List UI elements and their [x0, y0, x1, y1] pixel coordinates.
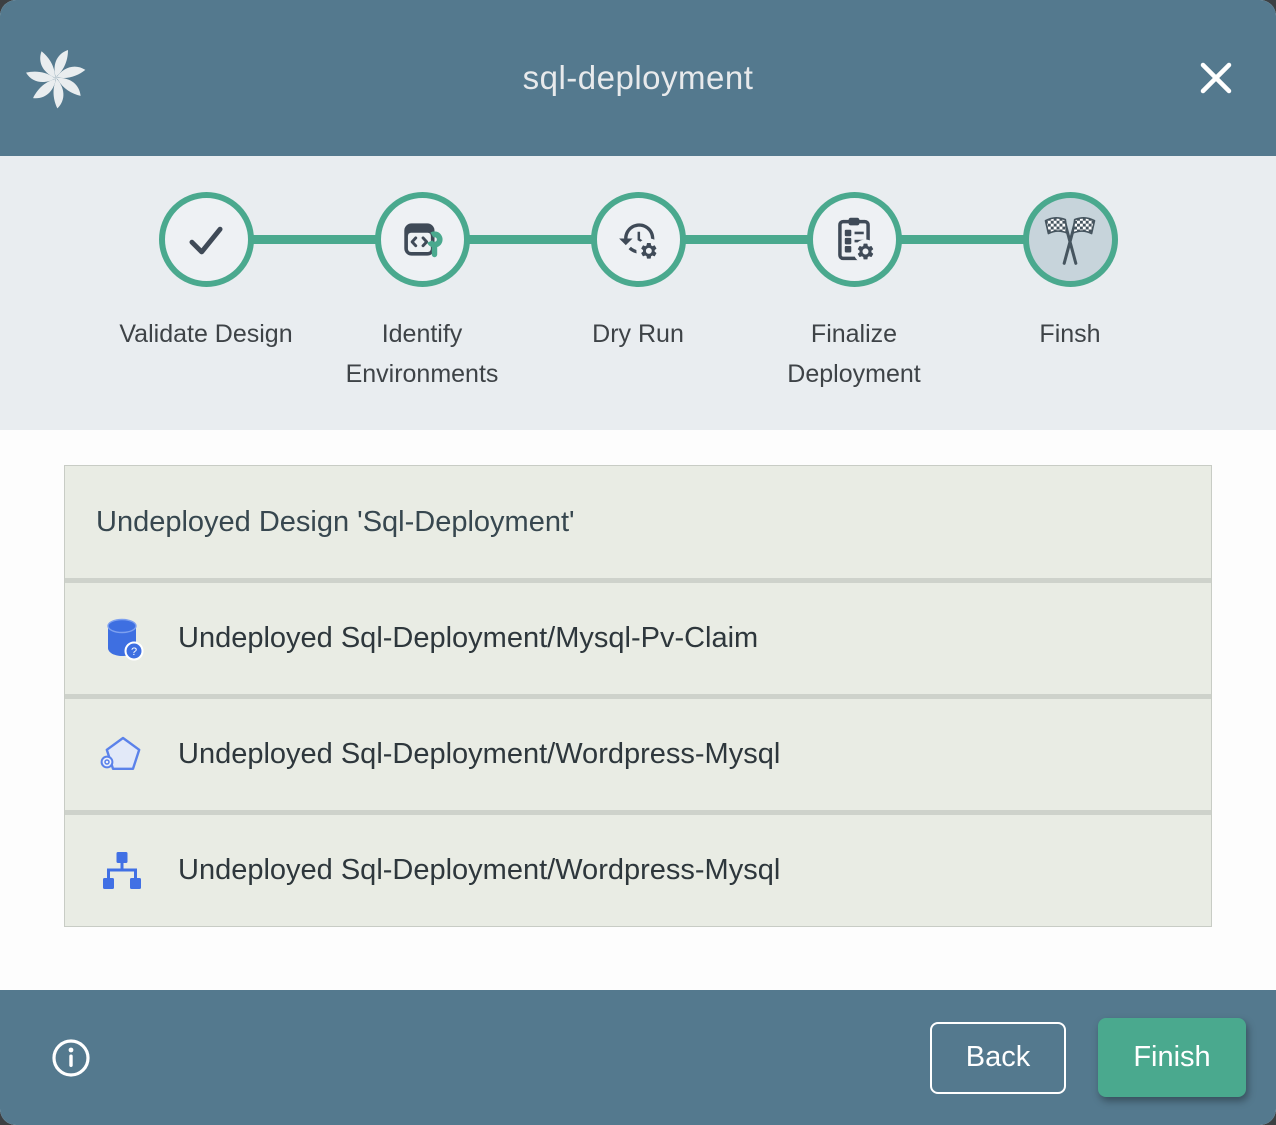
result-row: Undeployed Sql-Deployment/Wordpress-Mysq…	[65, 810, 1211, 926]
step-circle	[1023, 192, 1118, 287]
step-validate-design: Validate Design	[98, 192, 314, 394]
step-identify-environments: Identify Environments	[314, 192, 530, 394]
step-circle	[159, 192, 254, 287]
deployment-dialog: sql-deployment Validate Design	[0, 0, 1276, 1125]
finish-button[interactable]: Finish	[1098, 1018, 1246, 1097]
history-gear-icon	[612, 214, 664, 266]
result-row-text: Undeployed Sql-Deployment/Wordpress-Mysq…	[178, 738, 780, 771]
step-label: Validate Design	[119, 314, 292, 354]
result-row: Undeployed Sql-Deployment/Wordpress-Mysq…	[65, 694, 1211, 810]
result-row-text: Undeployed Sql-Deployment/Mysql-Pv-Claim	[178, 622, 758, 655]
hierarchy-icon	[99, 848, 145, 894]
close-button[interactable]	[1194, 56, 1238, 100]
results-panel: Undeployed Design 'Sql-Deployment' ? Und…	[64, 465, 1212, 927]
check-icon	[180, 214, 232, 266]
checkered-flags-icon	[1042, 212, 1098, 268]
step-label: Identify Environments	[333, 314, 511, 394]
back-button[interactable]: Back	[930, 1022, 1066, 1094]
result-row-text: Undeployed Design 'Sql-Deployment'	[96, 506, 575, 539]
result-row: ? Undeployed Sql-Deployment/Mysql-Pv-Cla…	[65, 578, 1211, 694]
stepper: Validate Design Identify Environments	[0, 156, 1276, 430]
step-label: Finsh	[1039, 314, 1100, 354]
application-pentagon-icon	[99, 732, 145, 778]
step-finalize-deployment: Finalize Deployment	[746, 192, 962, 394]
info-icon	[50, 1037, 92, 1079]
dialog-content: Undeployed Design 'Sql-Deployment' ? Und…	[0, 430, 1276, 990]
step-circle	[807, 192, 902, 287]
database-question-icon: ?	[99, 616, 145, 662]
code-window-wrench-icon	[397, 215, 447, 265]
step-label: Dry Run	[592, 314, 684, 354]
clipboard-checklist-gear-icon	[828, 214, 880, 266]
close-icon	[1197, 59, 1235, 97]
step-label: Finalize Deployment	[765, 314, 943, 394]
dialog-footer: Back Finish	[0, 990, 1276, 1125]
result-row-text: Undeployed Sql-Deployment/Wordpress-Mysq…	[178, 854, 780, 887]
dialog-title: sql-deployment	[523, 59, 754, 97]
step-circle	[375, 192, 470, 287]
step-dry-run: Dry Run	[530, 192, 746, 394]
info-button[interactable]	[50, 1037, 92, 1079]
step-finish: Finsh	[962, 192, 1178, 394]
dialog-header: sql-deployment	[0, 0, 1276, 156]
step-circle	[591, 192, 686, 287]
result-row: Undeployed Design 'Sql-Deployment'	[65, 466, 1211, 578]
swirl-logo-icon	[24, 46, 88, 110]
svg-text:?: ?	[131, 646, 137, 658]
